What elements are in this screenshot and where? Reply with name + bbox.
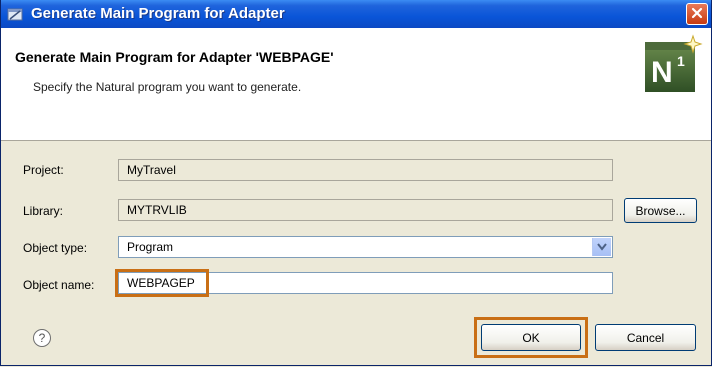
logo-letter: N [651, 56, 673, 89]
close-button[interactable] [686, 3, 708, 25]
page-title: Generate Main Program for Adapter 'WEBPA… [15, 49, 334, 65]
natural-logo: N 1 [643, 34, 703, 94]
project-value: MyTravel [127, 163, 176, 177]
object-type-label: Object type: [23, 241, 88, 255]
title-bar[interactable]: Generate Main Program for Adapter [1, 0, 711, 28]
project-field[interactable]: MyTravel [118, 159, 613, 181]
dialog-window: Generate Main Program for Adapter Genera… [0, 0, 712, 366]
cancel-button-label: Cancel [626, 330, 665, 345]
ok-button[interactable]: OK [481, 324, 581, 351]
cancel-button[interactable]: Cancel [595, 324, 696, 351]
library-field[interactable]: MYTRVLIB [118, 199, 613, 221]
dropdown-arrow[interactable] [592, 238, 611, 256]
close-icon [691, 7, 703, 22]
object-type-select[interactable]: Program [118, 236, 613, 258]
chevron-down-icon [597, 240, 607, 254]
object-type-value: Program [127, 240, 174, 254]
help-icon[interactable]: ? [33, 329, 51, 347]
logo-superscript: 1 [677, 53, 685, 69]
project-label: Project: [23, 163, 64, 177]
object-name-highlight [115, 269, 209, 297]
ok-button-label: OK [522, 330, 540, 345]
browse-button[interactable]: Browse... [624, 198, 697, 223]
object-name-label: Object name: [23, 278, 95, 292]
generate-wizard-icon [7, 6, 23, 22]
page-description: Specify the Natural program you want to … [33, 80, 302, 94]
library-label: Library: [23, 204, 64, 218]
window-title: Generate Main Program for Adapter [31, 5, 285, 22]
library-value: MYTRVLIB [127, 203, 187, 217]
browse-button-label: Browse... [635, 203, 686, 218]
